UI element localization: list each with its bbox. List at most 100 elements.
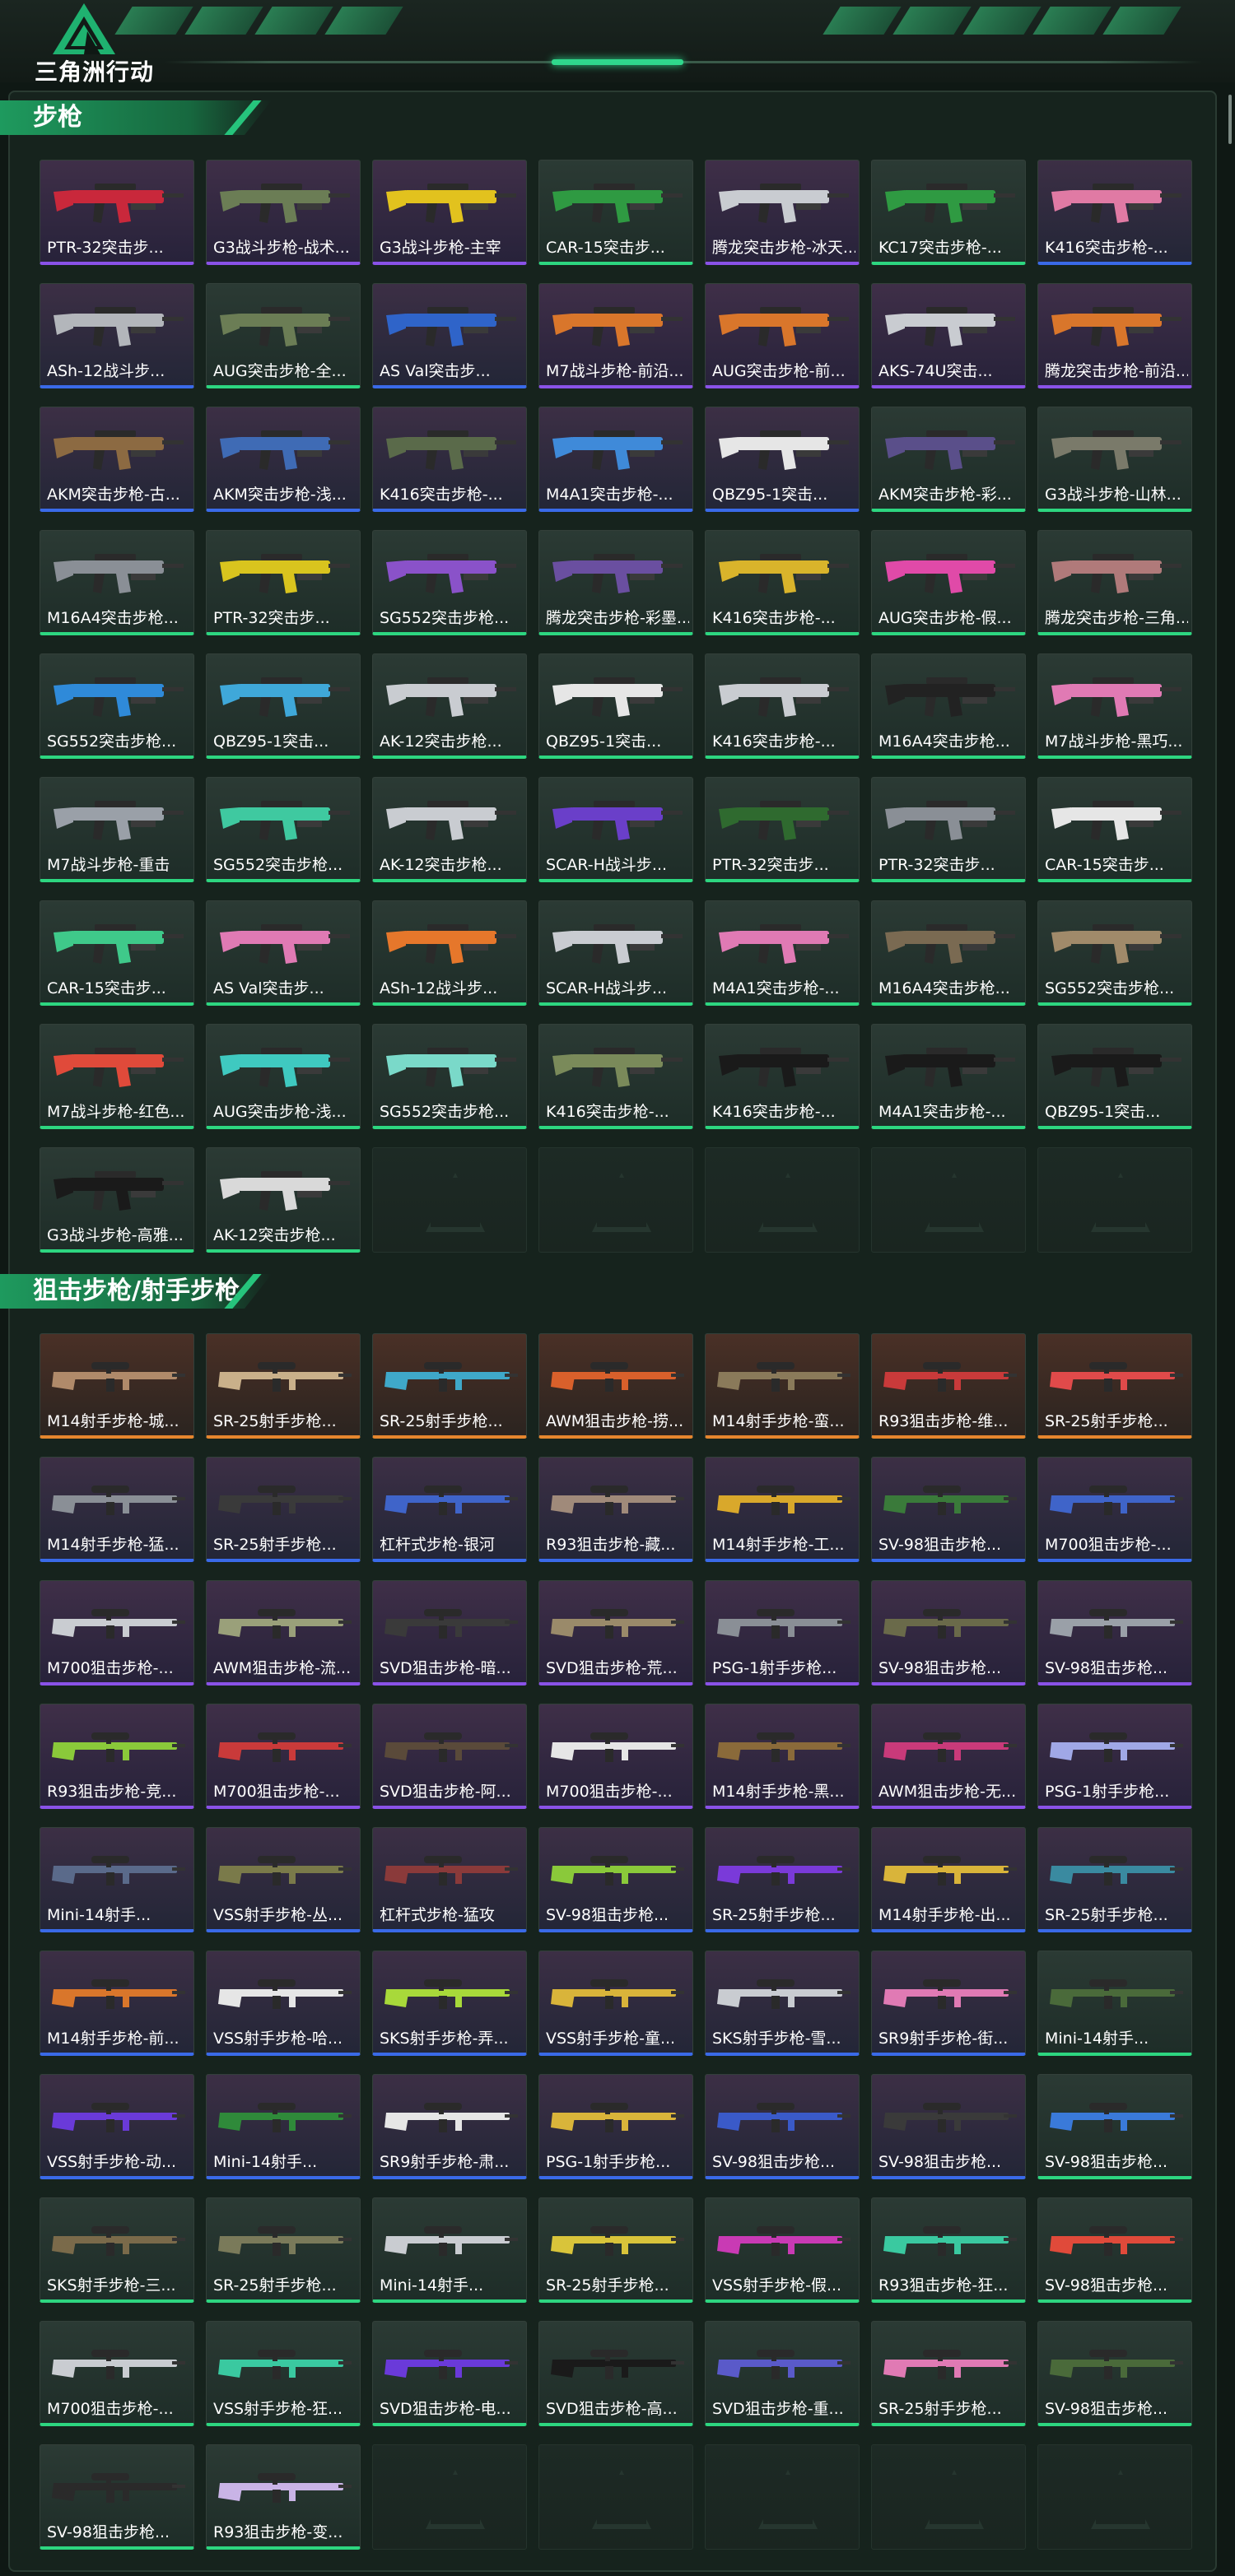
weapon-skin-card[interactable]: KC17突击步枪-...	[871, 160, 1026, 265]
weapon-skin-card[interactable]: AK-12突击步枪...	[206, 1147, 361, 1253]
weapon-skin-card[interactable]: VSS射手步枪-童...	[538, 1951, 693, 2056]
weapon-skin-card[interactable]: 腾龙突击步枪-彩墨...	[538, 530, 693, 635]
weapon-skin-card[interactable]: G3战斗步枪-主宰	[372, 160, 527, 265]
weapon-skin-card[interactable]: G3战斗步枪-高雅...	[40, 1147, 194, 1253]
weapon-skin-card[interactable]: SR-25射手步枪...	[538, 2197, 693, 2303]
weapon-skin-card[interactable]: K416突击步枪-...	[705, 653, 860, 759]
weapon-skin-card[interactable]: G3战斗步枪-战术...	[206, 160, 361, 265]
weapon-skin-card[interactable]: SR-25射手步枪...	[705, 1827, 860, 1932]
weapon-skin-card[interactable]: M7战斗步枪-红色...	[40, 1024, 194, 1129]
weapon-skin-card[interactable]: 腾龙突击步枪-前沿...	[1037, 283, 1192, 388]
weapon-skin-card[interactable]: R93狙击步枪-藏...	[538, 1457, 693, 1562]
weapon-skin-card[interactable]: AWM狙击步枪-流...	[206, 1580, 361, 1686]
weapon-skin-card[interactable]: Mini-14射手...	[372, 2197, 527, 2303]
weapon-skin-card[interactable]: AKM突击步枪-浅...	[206, 407, 361, 512]
weapon-skin-card[interactable]: SR-25射手步枪...	[206, 1333, 361, 1439]
weapon-skin-card[interactable]: AUG突击步枪-全...	[206, 283, 361, 388]
weapon-skin-card[interactable]: SR-25射手步枪...	[206, 2197, 361, 2303]
weapon-skin-card[interactable]: M4A1突击步枪-...	[538, 407, 693, 512]
weapon-skin-card[interactable]: SVD狙击步枪-暗...	[372, 1580, 527, 1686]
weapon-skin-card[interactable]: SV-98狙击步枪...	[1037, 2074, 1192, 2179]
weapon-skin-card[interactable]: AKS-74U突击...	[871, 283, 1026, 388]
weapon-skin-card[interactable]: SV-98狙击步枪...	[538, 1827, 693, 1932]
weapon-skin-card[interactable]: AK-12突击步枪...	[372, 653, 527, 759]
scrollbar[interactable]	[1228, 95, 1232, 144]
weapon-skin-card[interactable]: ASh-12战斗步...	[40, 283, 194, 388]
weapon-skin-card[interactable]: AUG突击步枪-前...	[705, 283, 860, 388]
weapon-skin-card[interactable]: G3战斗步枪-山林...	[1037, 407, 1192, 512]
weapon-skin-card[interactable]: M7战斗步枪-重击	[40, 777, 194, 882]
weapon-skin-card[interactable]: R93狙击步枪-变...	[206, 2444, 361, 2550]
weapon-skin-card[interactable]: SG552突击步枪...	[372, 530, 527, 635]
weapon-skin-card[interactable]: K416突击步枪-...	[705, 1024, 860, 1129]
weapon-skin-card[interactable]: SR9射手步枪-肃...	[372, 2074, 527, 2179]
weapon-skin-card[interactable]: AWM狙击步枪-无...	[871, 1704, 1026, 1809]
weapon-skin-card[interactable]: AS Val突击步...	[206, 900, 361, 1006]
weapon-skin-card[interactable]: CAR-15突击步...	[1037, 777, 1192, 882]
weapon-skin-card[interactable]: SV-98狙击步枪...	[871, 1580, 1026, 1686]
weapon-skin-card[interactable]: K416突击步枪-...	[538, 1024, 693, 1129]
weapon-skin-card[interactable]: AK-12突击步枪...	[372, 777, 527, 882]
weapon-skin-card[interactable]: SKS射手步枪-三...	[40, 2197, 194, 2303]
weapon-skin-card[interactable]: SVD狙击步枪-荒...	[538, 1580, 693, 1686]
weapon-skin-card[interactable]: M700狙击步枪-...	[538, 1704, 693, 1809]
weapon-skin-card[interactable]: K416突击步枪-...	[1037, 160, 1192, 265]
weapon-skin-card[interactable]: SG552突击步枪...	[1037, 900, 1192, 1006]
weapon-skin-card[interactable]: SR9射手步枪-街...	[871, 1951, 1026, 2056]
weapon-skin-card[interactable]: M7战斗步枪-黑巧...	[1037, 653, 1192, 759]
weapon-skin-card[interactable]: PTR-32突击步...	[206, 530, 361, 635]
weapon-skin-card[interactable]: AWM狙击步枪-捞...	[538, 1333, 693, 1439]
weapon-skin-card[interactable]: QBZ95-1突击...	[705, 407, 860, 512]
weapon-skin-card[interactable]: QBZ95-1突击...	[206, 653, 361, 759]
weapon-skin-card[interactable]: SG552突击步枪...	[372, 1024, 527, 1129]
weapon-skin-card[interactable]: PSG-1射手步枪...	[538, 2074, 693, 2179]
weapon-skin-card[interactable]: CAR-15突击步...	[538, 160, 693, 265]
weapon-skin-card[interactable]: M14射手步枪-蛮...	[705, 1333, 860, 1439]
weapon-skin-card[interactable]: SV-98狙击步枪...	[705, 2074, 860, 2179]
weapon-skin-card[interactable]: SR-25射手步枪...	[1037, 1827, 1192, 1932]
weapon-skin-card[interactable]: M14射手步枪-出...	[871, 1827, 1026, 1932]
weapon-skin-card[interactable]: SKS射手步枪-雪...	[705, 1951, 860, 2056]
weapon-skin-card[interactable]: Mini-14射手...	[1037, 1951, 1192, 2056]
weapon-skin-card[interactable]: QBZ95-1突击...	[1037, 1024, 1192, 1129]
weapon-skin-card[interactable]: M700狙击步枪-...	[1037, 1457, 1192, 1562]
weapon-skin-card[interactable]: M16A4突击步枪...	[40, 530, 194, 635]
weapon-skin-card[interactable]: SVD狙击步枪-阿...	[372, 1704, 527, 1809]
weapon-skin-card[interactable]: PSG-1射手步枪...	[1037, 1704, 1192, 1809]
weapon-skin-card[interactable]: AKM突击步枪-古...	[40, 407, 194, 512]
weapon-skin-card[interactable]: AUG突击步枪-浅...	[206, 1024, 361, 1129]
weapon-skin-card[interactable]: SV-98狙击步枪...	[40, 2444, 194, 2550]
weapon-skin-card[interactable]: PTR-32突击步...	[871, 777, 1026, 882]
weapon-skin-card[interactable]: VSS射手步枪-丛...	[206, 1827, 361, 1932]
weapon-skin-card[interactable]: PTR-32突击步...	[705, 777, 860, 882]
weapon-skin-card[interactable]: SKS射手步枪-弄...	[372, 1951, 527, 2056]
weapon-skin-card[interactable]: M14射手步枪-前...	[40, 1951, 194, 2056]
weapon-skin-card[interactable]: ASh-12战斗步...	[372, 900, 527, 1006]
weapon-skin-card[interactable]: M7战斗步枪-前沿...	[538, 283, 693, 388]
weapon-skin-card[interactable]: Mini-14射手...	[206, 2074, 361, 2179]
weapon-skin-card[interactable]: R93狙击步枪-竞...	[40, 1704, 194, 1809]
weapon-skin-card[interactable]: M700狙击步枪-...	[206, 1704, 361, 1809]
weapon-skin-card[interactable]: M14射手步枪-黑...	[705, 1704, 860, 1809]
weapon-skin-card[interactable]: SR-25射手步枪...	[206, 1457, 361, 1562]
weapon-skin-card[interactable]: SR-25射手步枪...	[372, 1333, 527, 1439]
weapon-skin-card[interactable]: R93狙击步枪-维...	[871, 1333, 1026, 1439]
weapon-skin-card[interactable]: K416突击步枪-...	[372, 407, 527, 512]
weapon-skin-card[interactable]: VSS射手步枪-假...	[705, 2197, 860, 2303]
weapon-skin-card[interactable]: 杠杆式步枪-银河	[372, 1457, 527, 1562]
weapon-skin-card[interactable]: SV-98狙击步枪...	[871, 2074, 1026, 2179]
weapon-skin-card[interactable]: SCAR-H战斗步...	[538, 777, 693, 882]
weapon-skin-card[interactable]: VSS射手步枪-狂...	[206, 2321, 361, 2426]
weapon-skin-card[interactable]: SVD狙击步枪-重...	[705, 2321, 860, 2426]
weapon-skin-card[interactable]: M4A1突击步枪-...	[705, 900, 860, 1006]
weapon-skin-card[interactable]: M14射手步枪-猛...	[40, 1457, 194, 1562]
weapon-skin-card[interactable]: VSS射手步枪-哈...	[206, 1951, 361, 2056]
weapon-skin-card[interactable]: SV-98狙击步枪...	[1037, 2197, 1192, 2303]
weapon-skin-card[interactable]: PTR-32突击步...	[40, 160, 194, 265]
weapon-skin-card[interactable]: M16A4突击步枪...	[871, 653, 1026, 759]
weapon-skin-card[interactable]: M16A4突击步枪...	[871, 900, 1026, 1006]
weapon-skin-card[interactable]: SCAR-H战斗步...	[538, 900, 693, 1006]
weapon-skin-card[interactable]: QBZ95-1突击...	[538, 653, 693, 759]
weapon-skin-card[interactable]: M4A1突击步枪-...	[871, 1024, 1026, 1129]
weapon-skin-card[interactable]: SVD狙击步枪-高...	[538, 2321, 693, 2426]
